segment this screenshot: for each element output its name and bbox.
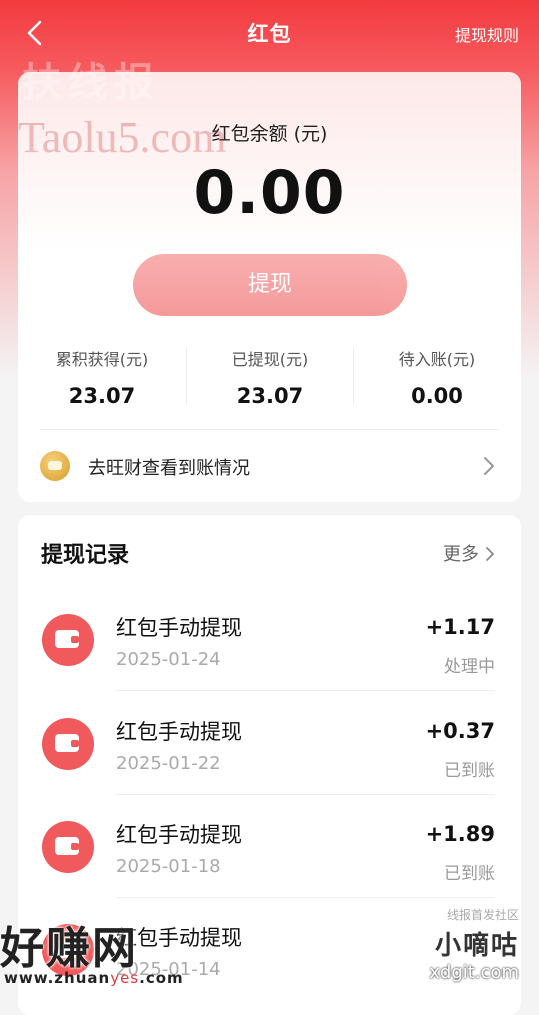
stat-label: 待入账(元) bbox=[398, 350, 476, 369]
record-status: 已到账 bbox=[444, 864, 495, 884]
record-status: 已到账 bbox=[444, 761, 495, 781]
stat-label: 累积获得(元) bbox=[55, 350, 149, 369]
watermark-top-cn: 扶线报 bbox=[22, 59, 160, 106]
record-name: 红包手动提现 bbox=[116, 720, 242, 744]
stat-value: 23.07 bbox=[236, 384, 304, 408]
chevron-right-icon bbox=[484, 457, 494, 475]
wallet-icon bbox=[42, 614, 94, 666]
record-name: 红包手动提现 bbox=[116, 823, 242, 847]
withdraw-button[interactable]: 提现 bbox=[133, 254, 407, 316]
stat-value: 0.00 bbox=[411, 384, 463, 408]
watermark-bottom-right-small: 线报首发社区 bbox=[446, 908, 519, 922]
stat-pending: 待入账(元) 0.00 bbox=[353, 346, 521, 408]
wallet-icon bbox=[42, 718, 94, 770]
record-date: 2025-01-22 bbox=[116, 753, 221, 774]
records-title: 提现记录 bbox=[41, 543, 130, 568]
wangcai-link-label: 去旺财查看到账情况 bbox=[88, 458, 250, 479]
watermark-url-part: .com bbox=[139, 969, 184, 987]
watermark-bottom-right-big: 小嘀咕 bbox=[434, 931, 519, 961]
record-item[interactable]: 红包手动提现 2025-01-22 +0.37 已到账 bbox=[18, 692, 521, 795]
divider bbox=[116, 690, 495, 691]
watermark-bottom-left: 好赚网 bbox=[0, 923, 138, 974]
watermark-bottom-left-url: www.zhuanyes.com bbox=[4, 969, 184, 987]
record-amount: +1.89 bbox=[425, 822, 495, 846]
record-name: 红包手动提现 bbox=[116, 616, 242, 640]
watermark-url-part: www.zhuan bbox=[4, 969, 111, 987]
coin-icon bbox=[40, 451, 70, 481]
watermark-url-part: yes bbox=[110, 969, 140, 987]
record-amount: +0.37 bbox=[425, 719, 495, 743]
withdraw-rules-link[interactable]: 提现规则 bbox=[455, 22, 519, 46]
record-status: 处理中 bbox=[444, 657, 495, 677]
wallet-icon bbox=[42, 821, 94, 873]
chevron-right-icon bbox=[486, 547, 494, 561]
stat-withdrawn: 已提现(元) 23.07 bbox=[186, 346, 354, 408]
record-amount: +1.17 bbox=[425, 615, 495, 639]
stat-total-earned: 累积获得(元) 23.07 bbox=[18, 346, 186, 408]
stat-value: 23.07 bbox=[68, 384, 136, 408]
record-item[interactable]: 红包手动提现 2025-01-24 +1.17 处理中 bbox=[18, 588, 521, 691]
record-item[interactable]: 红包手动提现 2025-01-18 +1.89 已到账 bbox=[18, 795, 521, 898]
watermark-top-en: Taolu5.com bbox=[18, 113, 227, 162]
stat-label: 已提现(元) bbox=[231, 350, 309, 369]
records-more-label: 更多 bbox=[443, 544, 479, 565]
balance-amount: 0.00 bbox=[193, 158, 346, 228]
records-more-link[interactable]: 更多 bbox=[443, 540, 495, 566]
stats-row: 累积获得(元) 23.07 已提现(元) 23.07 待入账(元) 0.00 bbox=[18, 346, 521, 416]
wangcai-link[interactable]: 去旺财查看到账情况 bbox=[18, 430, 521, 502]
record-date: 2025-01-18 bbox=[116, 856, 221, 877]
record-date: 2025-01-24 bbox=[116, 649, 221, 670]
watermark-bottom-right-url: xdgit.com bbox=[429, 962, 519, 983]
